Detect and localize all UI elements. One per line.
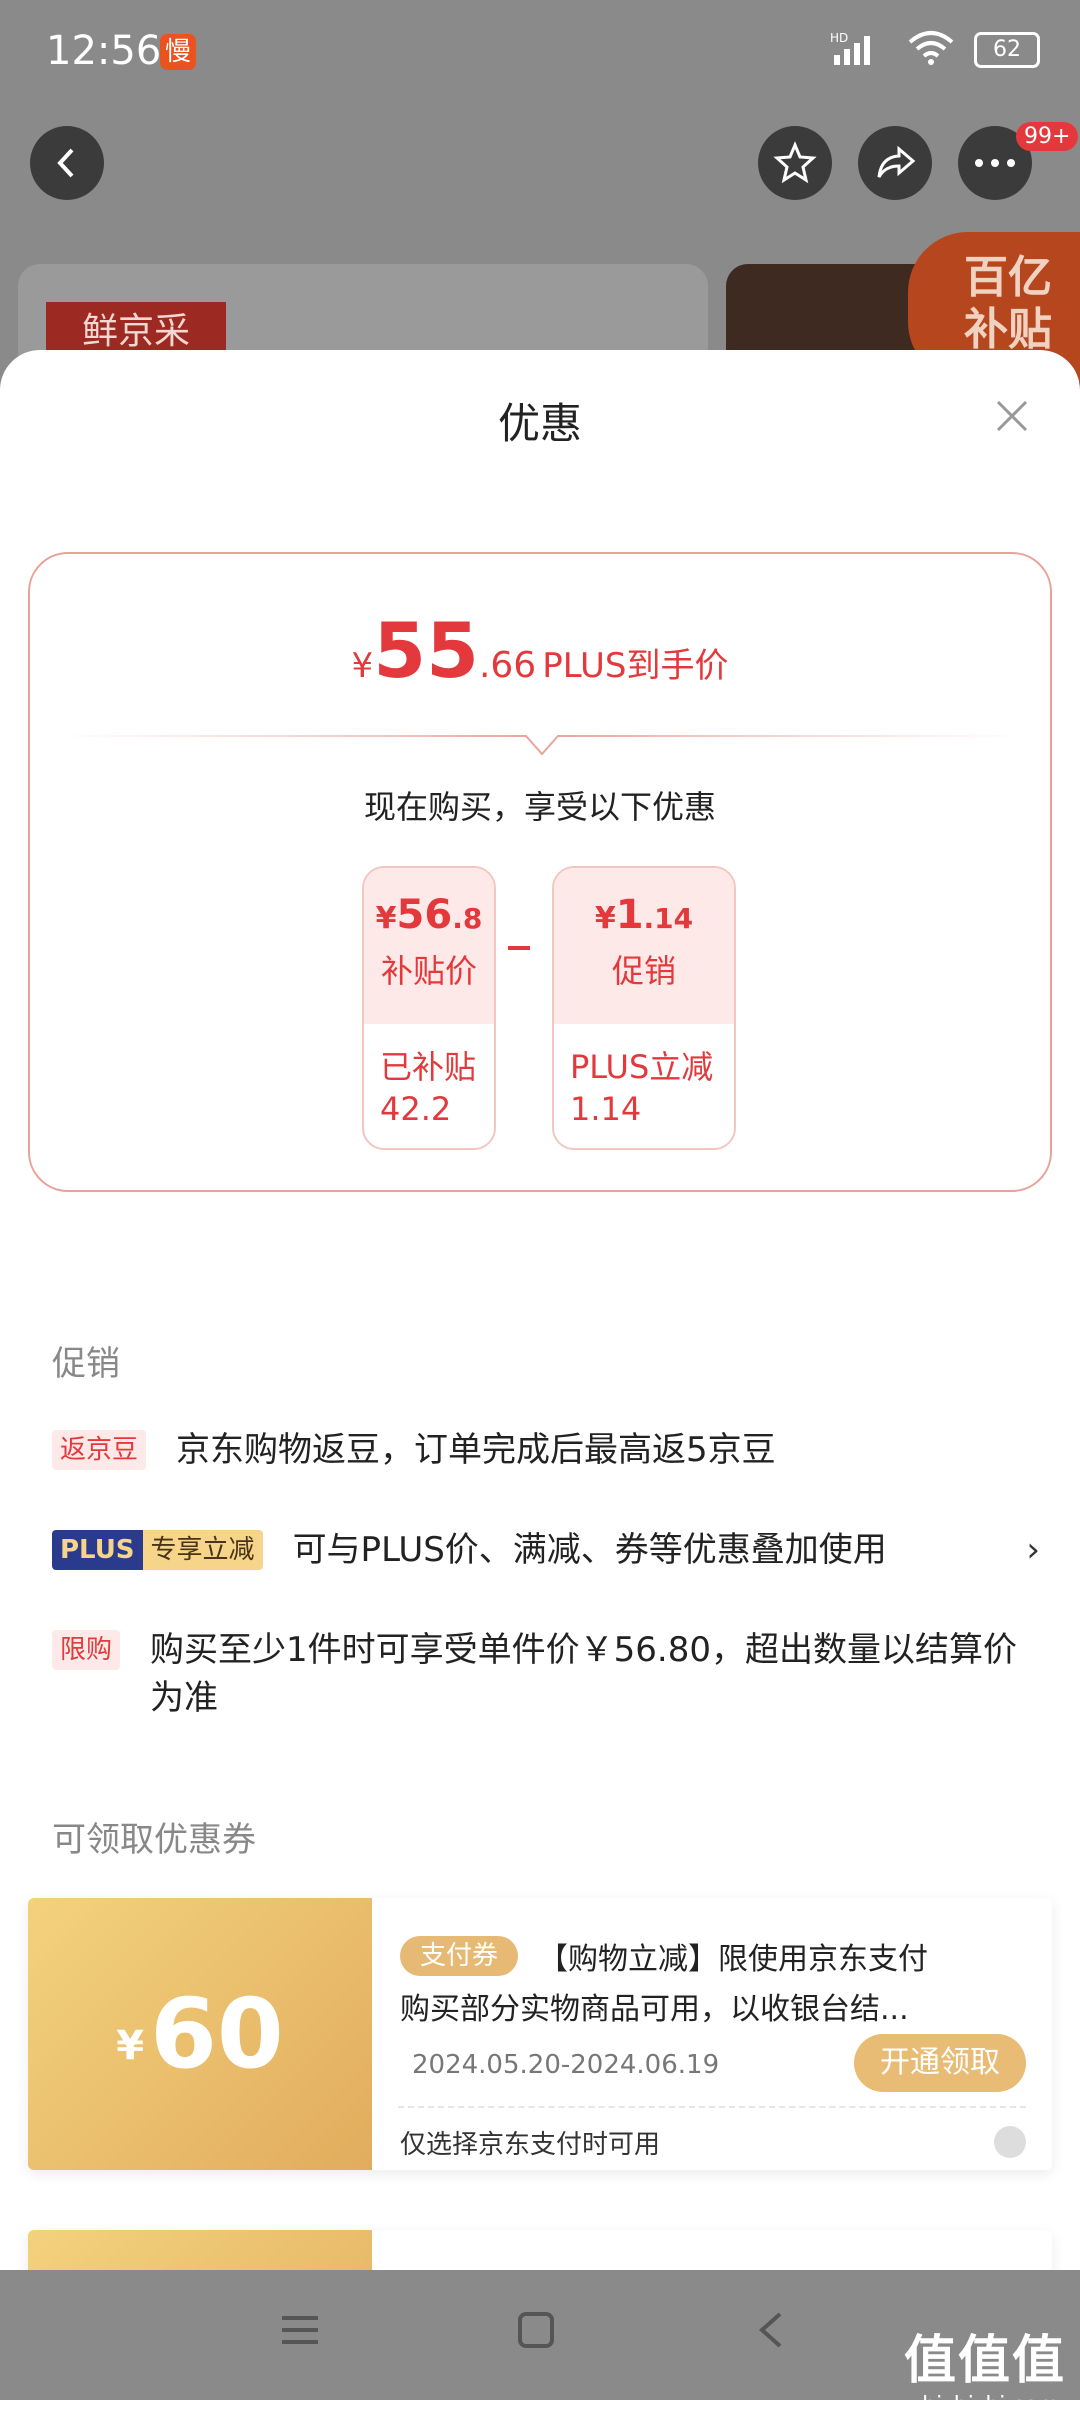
home-nav-button[interactable] bbox=[516, 2310, 556, 2354]
coupon-divider bbox=[398, 2106, 1026, 2108]
favorite-button[interactable] bbox=[758, 126, 832, 200]
menu-nav-button[interactable] bbox=[278, 2310, 322, 2354]
minus-sign bbox=[508, 946, 530, 950]
status-time: 12:56 bbox=[46, 28, 162, 74]
star-icon bbox=[773, 141, 817, 184]
price-divider bbox=[60, 735, 1024, 756]
svg-text:HD: HD bbox=[830, 31, 848, 45]
chevron-left-icon bbox=[57, 148, 74, 178]
subsidy-detail-label: 已补贴 bbox=[380, 1048, 477, 1086]
coupon-currency: ¥ bbox=[116, 2023, 145, 2069]
promo-text: 可与PLUS价、满减、券等优惠叠加使用 bbox=[292, 1530, 887, 1570]
promotion-detail-label: PLUS立减 bbox=[570, 1048, 714, 1086]
back-arrow-icon bbox=[758, 2312, 782, 2348]
share-button[interactable] bbox=[858, 126, 932, 200]
price-summary-box: ¥55.66 PLUS到手价 现在购买，享受以下优惠 ¥56.8 补贴价 已补贴… bbox=[28, 552, 1052, 1192]
price-label: PLUS到手价 bbox=[542, 646, 729, 686]
subsidy-price-label: 补贴价 bbox=[380, 952, 477, 990]
promotion-detail-value: 1.14 bbox=[570, 1090, 642, 1128]
coupon-type-tag: 支付券 bbox=[400, 1936, 519, 1976]
back-button[interactable] bbox=[30, 126, 104, 200]
coupon-validity: 2024.05.20-2024.06.19 bbox=[412, 2050, 720, 2080]
promotion-card: ¥1.14 促销 PLUS立减 1.14 bbox=[552, 866, 736, 1150]
signal-icon: HD bbox=[830, 31, 888, 69]
notification-badge: 99+ bbox=[1016, 122, 1079, 151]
coupon-description: 购买部分实物商品可用，以收银台结... bbox=[400, 1992, 909, 2027]
promotions-section-title: 促销 bbox=[52, 1344, 120, 1384]
promo-row-limit: 限购 购买至少1件时可享受单件价￥56.80，超出数量以结算价为准 bbox=[52, 1626, 1040, 1722]
watermark: 值值值 zhizhizhi.com bbox=[904, 2318, 1066, 2418]
battery-indicator: 62 bbox=[974, 32, 1040, 68]
share-icon bbox=[877, 145, 916, 178]
coupon-card: ¥60 支付券 【购物立减】限使用京东支付 购买部分实物商品可用，以收银台结..… bbox=[28, 1898, 1052, 2170]
coupons-section-title: 可领取优惠券 bbox=[52, 1820, 256, 1860]
claim-coupon-button[interactable]: 开通领取 bbox=[854, 2034, 1026, 2092]
promotion-value: ¥1.14 bbox=[594, 892, 694, 938]
more-dots-icon bbox=[975, 159, 1015, 167]
final-price: ¥55.66 PLUS到手价 bbox=[30, 606, 1050, 695]
discount-sheet: 优惠 ¥55.66 PLUS到手价 现在购买，享受以下优惠 ¥56.8 补贴价 … bbox=[0, 350, 1080, 2270]
coupon-note: 仅选择京东支付时可用 bbox=[400, 2130, 661, 2160]
subsidy-price-card: ¥56.8 补贴价 已补贴 42.2 bbox=[362, 866, 496, 1150]
limit-tag: 限购 bbox=[52, 1630, 121, 1670]
promotion-label: 促销 bbox=[611, 952, 676, 990]
plus-tag-type: 专享立减 bbox=[142, 1530, 263, 1570]
wifi-icon bbox=[906, 30, 956, 70]
plus-tag: PLUS 专享立减 bbox=[52, 1530, 263, 1570]
back-nav-button[interactable] bbox=[756, 2310, 786, 2354]
coupon-card-partial bbox=[28, 2230, 1052, 2270]
close-button[interactable] bbox=[990, 394, 1034, 438]
promo-text: 京东购物返豆，订单完成后最高返5京豆 bbox=[176, 1430, 776, 1470]
subsidy-detail-value: 42.2 bbox=[380, 1090, 452, 1128]
coupon-value: 60 bbox=[150, 1978, 284, 2090]
watermark-url: zhizhizhi.com bbox=[910, 2393, 1060, 2418]
coupon-title: 【购物立减】限使用京东支付 bbox=[538, 1942, 928, 1977]
subsidy-price-value: ¥56.8 bbox=[375, 892, 483, 938]
close-icon bbox=[996, 400, 1028, 432]
sheet-title: 优惠 bbox=[497, 399, 582, 448]
benefit-subtitle: 现在购买，享受以下优惠 bbox=[363, 788, 716, 826]
coupon-amount: ¥60 bbox=[28, 1898, 372, 2170]
coupon-amount-partial bbox=[28, 2230, 372, 2270]
price-integer: 55 bbox=[373, 606, 479, 695]
status-icons: HD 62 bbox=[830, 30, 1040, 70]
jingdou-tag: 返京豆 bbox=[52, 1430, 147, 1470]
subsidy-detail: 已补贴 42.2 bbox=[364, 1024, 494, 1148]
slow-badge: 慢 bbox=[160, 34, 196, 70]
chevron-right-icon: › bbox=[1026, 1530, 1040, 1570]
menu-icon bbox=[282, 2316, 318, 2344]
promotion-detail: PLUS立减 1.14 bbox=[554, 1024, 734, 1148]
chevron-down-icon[interactable] bbox=[994, 2126, 1026, 2158]
promo-row-jingdou[interactable]: 返京豆 京东购物返豆，订单完成后最高返5京豆 bbox=[52, 1426, 1040, 1474]
status-bar: 12:56 慢 HD 62 bbox=[0, 0, 1080, 110]
promo-row-plus[interactable]: PLUS 专享立减 可与PLUS价、满减、券等优惠叠加使用 › bbox=[52, 1526, 1040, 1574]
home-icon bbox=[518, 2312, 554, 2348]
promo-text: 购买至少1件时可享受单件价￥56.80，超出数量以结算价为准 bbox=[150, 1630, 1017, 1718]
subsidy-badge-line2: 补贴 bbox=[964, 304, 1052, 355]
currency-symbol: ¥ bbox=[351, 646, 374, 686]
subsidy-badge-line1: 百亿 bbox=[964, 252, 1052, 303]
plus-tag-label: PLUS bbox=[52, 1530, 143, 1570]
watermark-logo: 值值值 bbox=[903, 2331, 1066, 2391]
price-decimal: .66 bbox=[478, 645, 537, 686]
